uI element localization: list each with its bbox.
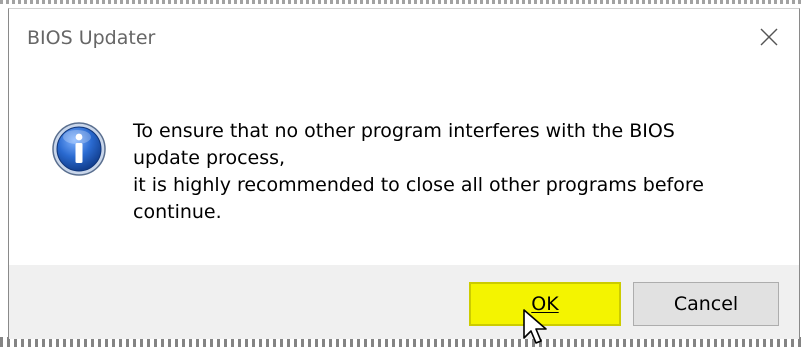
ok-button[interactable]: OK [469, 282, 621, 326]
ok-button-label: OK [531, 293, 559, 315]
cancel-button[interactable]: Cancel [633, 282, 779, 326]
cancel-button-label: Cancel [673, 293, 739, 315]
info-icon [52, 122, 106, 176]
dialog-message: To ensure that no other program interfer… [133, 120, 704, 223]
background-dotted-line-top [0, 0, 804, 4]
close-icon [760, 28, 778, 46]
window-title: BIOS Updater [27, 27, 156, 49]
close-button[interactable] [739, 9, 799, 65]
title-bar[interactable]: BIOS Updater [9, 9, 799, 65]
message-dialog: BIOS Updater To ensure that no other pro… [8, 8, 800, 339]
dialog-content: To ensure that no other program interfer… [9, 65, 799, 265]
button-bar: OK Cancel [9, 265, 799, 339]
